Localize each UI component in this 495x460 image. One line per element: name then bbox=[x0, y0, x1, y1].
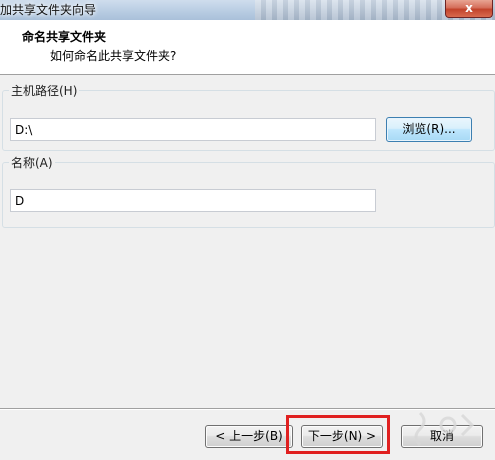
host-path-input[interactable] bbox=[10, 118, 376, 141]
back-button[interactable]: < 上一步(B) bbox=[205, 425, 293, 448]
wizard-header: 命名共享文件夹 如何命名此共享文件夹? bbox=[0, 20, 495, 75]
title-bar: 添加共享文件夹向导 x bbox=[0, 0, 495, 20]
cancel-button[interactable]: 取消 bbox=[401, 425, 483, 448]
page-title: 命名共享文件夹 bbox=[22, 30, 107, 44]
host-path-label: 主机路径(H) bbox=[9, 82, 80, 99]
window-title: 添加共享文件夹向导 bbox=[0, 3, 97, 17]
page-subtitle: 如何命名此共享文件夹? bbox=[50, 49, 177, 63]
close-button[interactable]: x bbox=[445, 0, 493, 18]
name-label: 名称(A) bbox=[9, 154, 55, 171]
next-button-highlight bbox=[286, 415, 390, 454]
browse-button[interactable]: 浏览(R)... bbox=[386, 117, 472, 142]
name-input[interactable] bbox=[10, 189, 376, 212]
footer-divider bbox=[0, 408, 495, 410]
